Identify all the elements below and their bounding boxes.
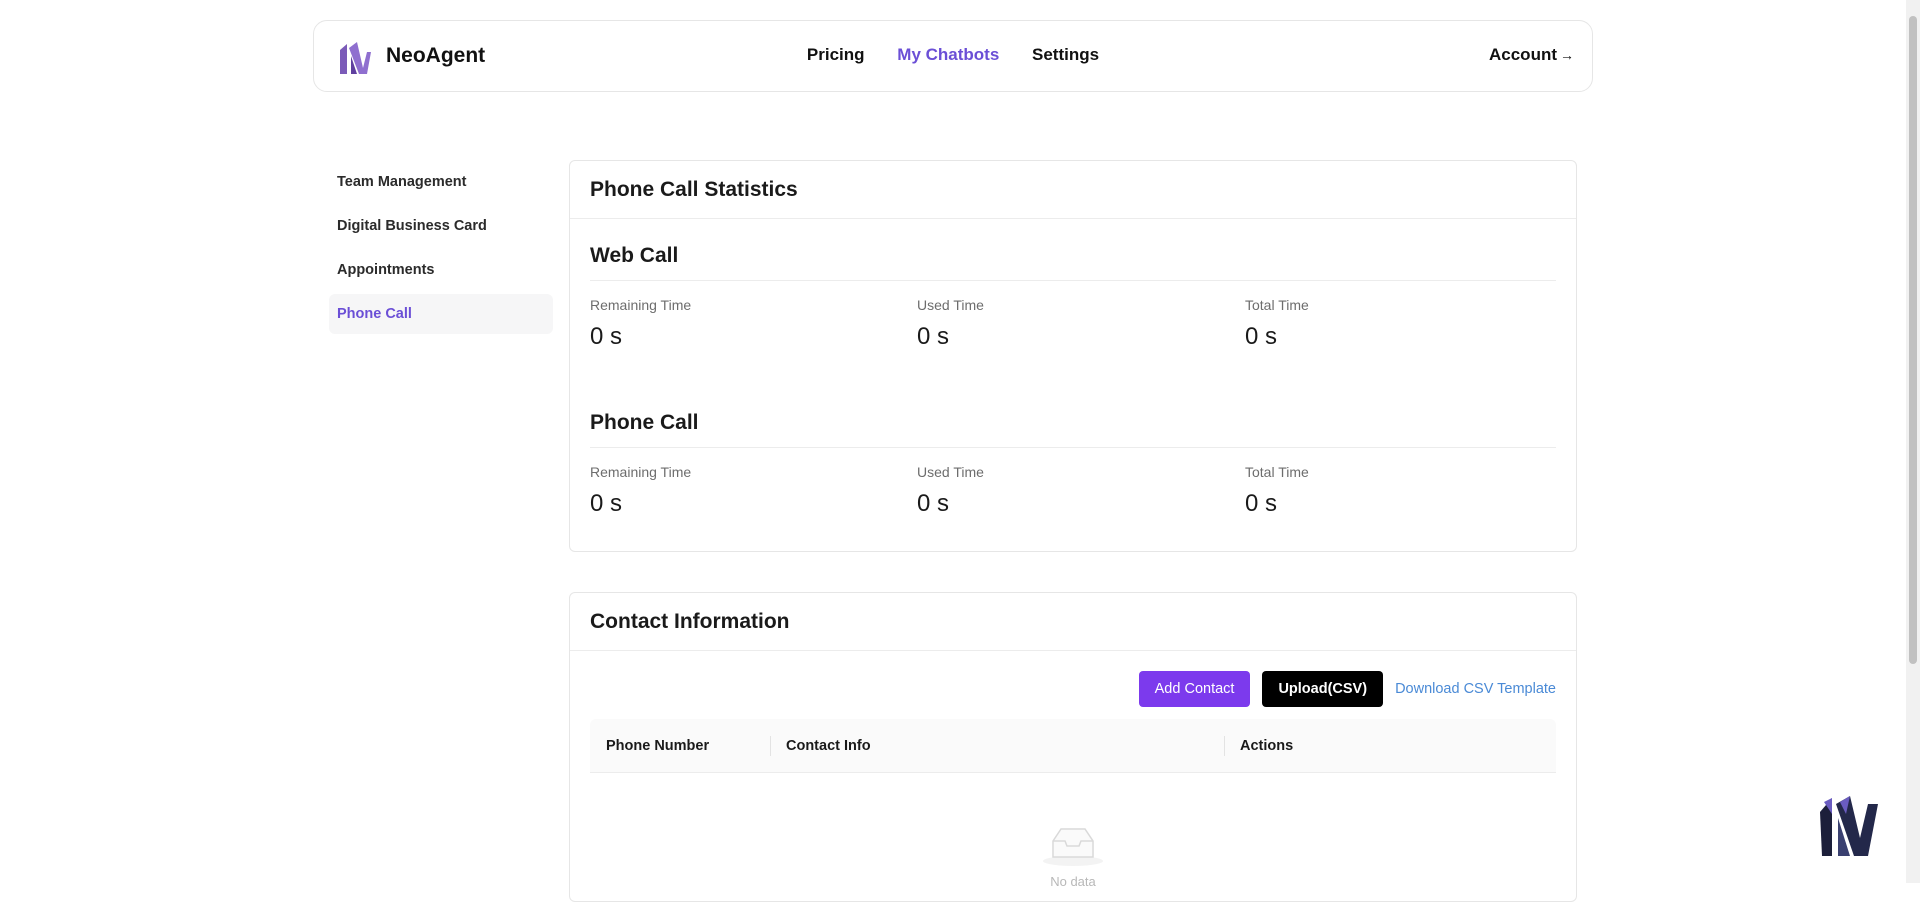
chat-launcher-icon[interactable] (1816, 794, 1882, 860)
stat-remaining-time: Remaining Time 0 s (590, 297, 910, 351)
nav-pricing[interactable]: Pricing (807, 45, 865, 65)
stat-label: Used Time (917, 297, 984, 313)
nav-settings[interactable]: Settings (1032, 45, 1099, 65)
scrollbar-thumb[interactable] (1909, 16, 1917, 664)
contacts-table: Phone Number Contact Info Actions No dat… (590, 719, 1556, 889)
account-menu[interactable]: Account → (1489, 45, 1574, 65)
card-title: Contact Information (570, 593, 1576, 651)
settings-sidebar: Team Management Digital Business Card Ap… (329, 162, 553, 338)
stat-label: Remaining Time (590, 297, 692, 313)
download-csv-template-link[interactable]: Download CSV Template (1395, 681, 1556, 697)
stat-total-time: Total Time 0 s (1245, 464, 1565, 518)
sidebar-item-appointments[interactable]: Appointments (329, 250, 553, 290)
empty-inbox-icon (1043, 828, 1103, 866)
column-header-contact-info: Contact Info (786, 738, 871, 754)
phone-call-statistics-card: Phone Call Statistics Web Call Remaining… (569, 160, 1577, 552)
column-divider (1224, 736, 1225, 756)
contact-toolbar: Add Contact Upload(CSV) Download CSV Tem… (1127, 671, 1556, 707)
empty-text: No data (1050, 874, 1096, 889)
top-navbar: NeoAgent Pricing My Chatbots Settings Ac… (313, 20, 1593, 92)
column-header-phone-number: Phone Number (606, 738, 710, 754)
add-contact-button[interactable]: Add Contact (1138, 671, 1251, 707)
stat-used-time: Used Time 0 s (917, 464, 1237, 518)
stat-value: 0 s (1245, 323, 1278, 350)
stat-total-time: Total Time 0 s (1245, 297, 1565, 351)
account-label: Account (1489, 45, 1557, 64)
stat-label: Used Time (917, 464, 984, 480)
upload-csv-button[interactable]: Upload(CSV) (1262, 671, 1384, 707)
stat-value: 0 s (590, 323, 623, 350)
sidebar-item-phone-call[interactable]: Phone Call (329, 294, 553, 334)
column-divider (770, 736, 771, 756)
phone-call-section: Phone Call Remaining Time 0 s Used Time … (590, 408, 1556, 517)
stat-label: Total Time (1245, 297, 1309, 313)
card-title: Phone Call Statistics (570, 161, 1576, 219)
web-call-section: Web Call Remaining Time 0 s Used Time 0 … (590, 241, 1556, 350)
page-scrollbar[interactable] (1906, 0, 1920, 883)
section-title: Web Call (590, 241, 1556, 281)
stat-label: Remaining Time (590, 464, 692, 480)
sidebar-item-team-management[interactable]: Team Management (329, 162, 553, 202)
stat-remaining-time: Remaining Time 0 s (590, 464, 910, 518)
nav-my-chatbots[interactable]: My Chatbots (897, 45, 999, 65)
table-header: Phone Number Contact Info Actions (590, 719, 1556, 773)
main-nav: Pricing My Chatbots Settings (314, 45, 1592, 65)
section-title: Phone Call (590, 408, 1556, 448)
empty-state: No data (590, 823, 1556, 889)
stat-used-time: Used Time 0 s (917, 297, 1237, 351)
arrow-right-icon: → (1560, 47, 1574, 63)
contact-information-card: Contact Information Add Contact Upload(C… (569, 592, 1577, 902)
sidebar-item-digital-business-card[interactable]: Digital Business Card (329, 206, 553, 246)
stat-value: 0 s (917, 323, 950, 350)
stat-value: 0 s (917, 490, 950, 517)
stat-value: 0 s (590, 490, 623, 517)
stat-value: 0 s (1245, 490, 1278, 517)
column-header-actions: Actions (1240, 738, 1294, 754)
stat-label: Total Time (1245, 464, 1309, 480)
